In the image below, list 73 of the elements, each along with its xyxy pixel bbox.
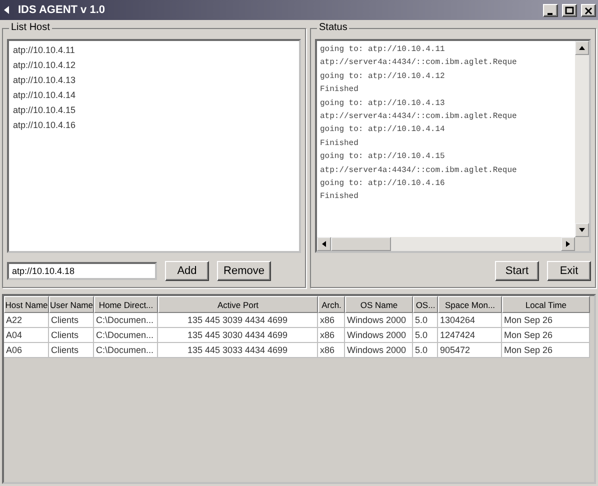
- exit-button[interactable]: Exit: [547, 261, 591, 281]
- host-list-item[interactable]: atp://10.10.4.12: [11, 58, 297, 73]
- table-cell: x86: [318, 343, 345, 358]
- table-cell: A04: [4, 328, 49, 343]
- status-line: Finished: [320, 138, 360, 150]
- scroll-down-icon[interactable]: [575, 223, 589, 237]
- host-list-item[interactable]: atp://10.10.4.16: [11, 118, 297, 133]
- add-button[interactable]: Add: [165, 261, 209, 281]
- group-label: Status: [317, 22, 350, 33]
- scroll-thumb[interactable]: [331, 237, 391, 251]
- column-header[interactable]: Host Name: [4, 296, 49, 313]
- column-header[interactable]: OS Name: [345, 296, 413, 313]
- maximize-icon[interactable]: [562, 4, 577, 16]
- table-cell: A22: [4, 313, 49, 328]
- column-header[interactable]: Active Port: [158, 296, 318, 313]
- host-list-item[interactable]: atp://10.10.4.11: [11, 43, 297, 58]
- status-line: going to: atp://10.10.4.12: [320, 70, 446, 83]
- group-label: List Host: [9, 22, 52, 33]
- minimize-icon[interactable]: [543, 4, 558, 16]
- status-line: going to: atp://10.10.4.15: [320, 151, 446, 164]
- table-cell: Windows 2000: [345, 343, 413, 358]
- table-cell: Mon Sep 26: [502, 313, 590, 328]
- status-line: atp://server4a:4434/::com.ibm.aglet.Reque: [320, 164, 518, 177]
- table-cell: 135 445 3030 4434 4699: [158, 328, 318, 343]
- table-cell: 135 445 3039 4434 4699: [158, 313, 318, 328]
- table-cell: Clients: [49, 313, 94, 328]
- scrollbar-corner: [575, 237, 589, 251]
- table-cell: x86: [318, 313, 345, 328]
- table-cell: C:\Documen...: [94, 313, 158, 328]
- table-cell: x86: [318, 328, 345, 343]
- window-title: IDS AGENT v 1.0: [18, 4, 106, 16]
- table-cell: Windows 2000: [345, 313, 413, 328]
- table-cell: 1247424: [438, 328, 502, 343]
- column-header[interactable]: Local Time: [502, 296, 590, 313]
- status-line: Finished: [320, 191, 360, 204]
- status-line: atp://server4a:4434/::com.ibm.aglet.Reque: [320, 111, 518, 124]
- column-header[interactable]: Home Direct...: [94, 296, 158, 313]
- table-cell: 5.0: [413, 343, 438, 358]
- table-cell: C:\Documen...: [94, 343, 158, 358]
- status-line: atp://server4a:4434/::com.ibm.aglet.Reque: [320, 57, 518, 70]
- table-cell: 905472: [438, 343, 502, 358]
- table-cell: 135 445 3033 4434 4699: [158, 343, 318, 358]
- remove-button[interactable]: Remove: [217, 261, 271, 281]
- host-list-item[interactable]: atp://10.10.4.15: [11, 103, 297, 118]
- status-line: going to: atp://10.10.4.14: [320, 124, 446, 136]
- scroll-up-icon[interactable]: [575, 41, 589, 55]
- host-list-item[interactable]: atp://10.10.4.13: [11, 73, 297, 88]
- table-cell: Clients: [49, 328, 94, 343]
- host-list-item[interactable]: atp://10.10.4.14: [11, 88, 297, 103]
- table-cell: A06: [4, 343, 49, 358]
- status-line: going to: atp://10.10.4.13: [320, 98, 446, 110]
- close-icon[interactable]: [581, 4, 596, 16]
- table-cell: C:\Documen...: [94, 328, 158, 343]
- status-line: Finished: [320, 84, 360, 96]
- scroll-left-icon[interactable]: [317, 237, 331, 251]
- table-cell: 5.0: [413, 313, 438, 328]
- table-cell: 1304264: [438, 313, 502, 328]
- column-header[interactable]: Space Mon...: [438, 296, 502, 313]
- table-cell: Mon Sep 26: [502, 343, 590, 358]
- table-cell: Mon Sep 26: [502, 328, 590, 343]
- table-cell: Windows 2000: [345, 328, 413, 343]
- status-line: going to: atp://10.10.4.16: [320, 178, 446, 190]
- column-header[interactable]: User Name: [49, 296, 94, 313]
- table-cell: 5.0: [413, 328, 438, 343]
- vertical-scrollbar[interactable]: [575, 41, 589, 237]
- horizontal-scrollbar[interactable]: [317, 237, 575, 251]
- column-header[interactable]: Arch.: [318, 296, 345, 313]
- start-button[interactable]: Start: [495, 261, 539, 281]
- host-input-field[interactable]: atp://10.10.4.18: [7, 262, 157, 280]
- column-header[interactable]: OS...: [413, 296, 438, 313]
- table-cell: Clients: [49, 343, 94, 358]
- scroll-right-icon[interactable]: [561, 237, 575, 251]
- status-line: going to: atp://10.10.4.11: [320, 44, 446, 56]
